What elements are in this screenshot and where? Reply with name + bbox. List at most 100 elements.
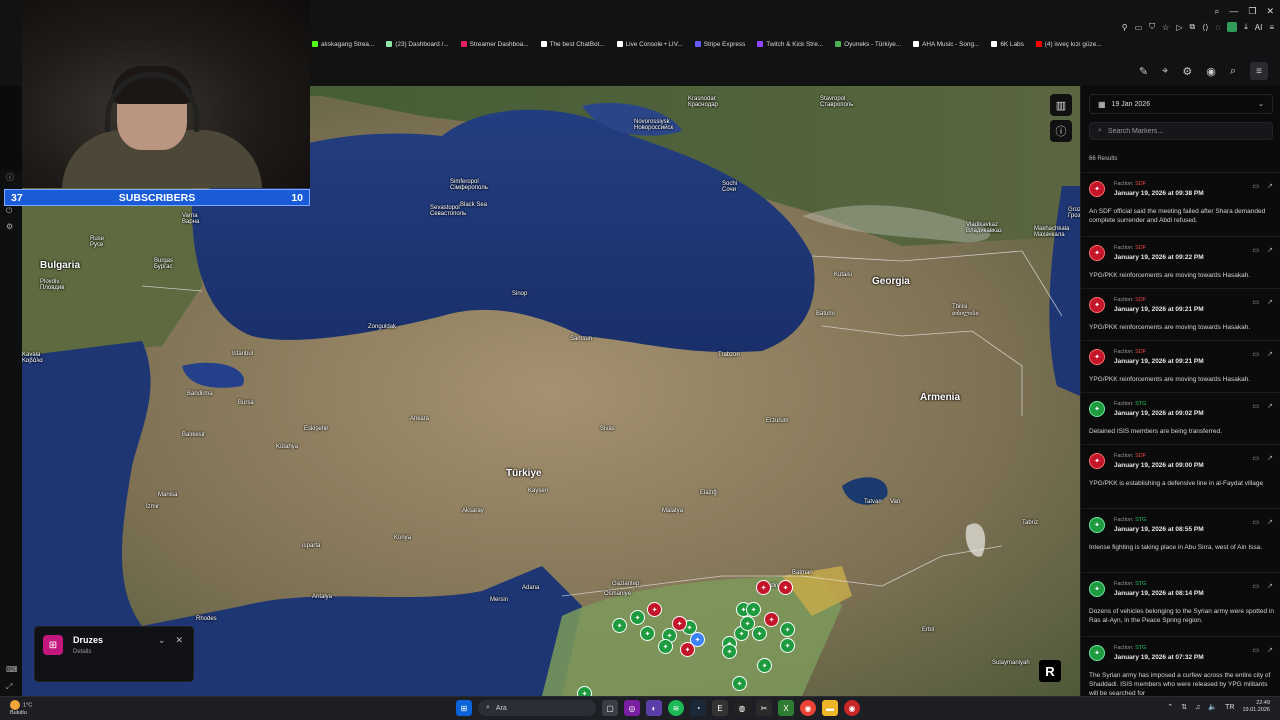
external-link-icon[interactable]: ↗ (1267, 582, 1273, 590)
stg-marker[interactable]: ✦ (732, 676, 747, 691)
clock[interactable]: 22:49 19.01.2026 (1242, 700, 1270, 714)
sdf-marker[interactable]: ✦ (672, 616, 687, 631)
video-icon[interactable]: ▭ (1253, 246, 1260, 254)
maximize-icon[interactable]: ❐ (1248, 6, 1256, 17)
info-button[interactable]: ⓘ (1050, 120, 1072, 142)
settings-icon[interactable]: ⚙ (1182, 65, 1192, 78)
marker-feed-item[interactable]: ✦ Faction: STG January 19, 2026 at 07:32 P… (1081, 636, 1280, 696)
location-pin-icon[interactable]: ⌖ (1162, 65, 1168, 78)
windows-start-icon[interactable]: ⊞ (456, 700, 472, 716)
chrome-alt-icon[interactable]: ◉ (844, 700, 860, 716)
druzes-card[interactable]: ⊞ Druzes Details ⌄ ✕ (34, 626, 194, 682)
puzzle-icon[interactable]: ⧉ (1189, 22, 1195, 32)
marker-feed-item[interactable]: ✦ Faction: STG January 19, 2026 at 09:02 P… (1081, 392, 1280, 444)
gear-icon[interactable]: ⚙ (6, 222, 16, 232)
stg-marker[interactable]: ✦ (658, 639, 673, 654)
external-link-icon[interactable]: ↗ (1267, 350, 1273, 358)
bookmark-item[interactable]: The best ChatBot... (540, 41, 605, 48)
marker-feed-item[interactable]: ✦ Faction: STG January 19, 2026 at 08:55 P… (1081, 508, 1280, 572)
bookmark-item[interactable]: AHA Music - Song... (913, 41, 979, 48)
stg-marker[interactable]: ✦ (630, 610, 645, 625)
date-select[interactable]: ▦ 19 Jan 2026 ⌄ (1089, 94, 1273, 114)
video-icon[interactable]: ▭ (1253, 454, 1260, 462)
marker-feed-item[interactable]: ✦ Faction: SDF January 19, 2026 at 09:38 P… (1081, 172, 1280, 236)
bookmark-item[interactable]: Live Console • LIV... (616, 41, 683, 48)
stg-marker[interactable]: ✦ (780, 622, 795, 637)
video-icon[interactable]: ▭ (1253, 518, 1260, 526)
stg-marker[interactable]: ✦ (577, 686, 592, 696)
language-icon[interactable]: TR (1225, 704, 1234, 711)
expand-icon[interactable]: ⤢ (6, 682, 16, 692)
external-link-icon[interactable]: ↗ (1267, 246, 1273, 254)
video-icon[interactable]: ▭ (1253, 350, 1260, 358)
volume-icon[interactable]: 🔈 (1208, 703, 1217, 711)
shield-icon[interactable]: ⛉ (1149, 22, 1155, 32)
video-icon[interactable]: ▭ (1253, 646, 1260, 654)
marker-feed-item[interactable]: ✦ Faction: STG January 19, 2026 at 08:14 P… (1081, 572, 1280, 636)
marker-feed-item[interactable]: ✦ Faction: SDF January 19, 2026 at 09:21 P… (1081, 288, 1280, 340)
chat-icon[interactable]: ◌ (1215, 23, 1220, 32)
mic-icon[interactable]: ♫ (1195, 704, 1200, 711)
camera-icon[interactable]: ◉ (1206, 65, 1216, 78)
play-icon[interactable]: ▷ (1176, 23, 1182, 32)
taskbar-search[interactable]: ⌕ Ara (478, 700, 596, 716)
bookmark-item[interactable]: (4) isveç kızı güze... (1035, 41, 1102, 48)
task-view-icon[interactable]: ▢ (602, 700, 618, 716)
r-badge[interactable]: R (1039, 660, 1061, 682)
chrome-icon[interactable]: ◉ (800, 700, 816, 716)
download-icon[interactable]: ⤓ (1244, 22, 1248, 32)
marker-feed-item[interactable]: ✦ Faction: SDF January 19, 2026 at 09:22 P… (1081, 236, 1280, 288)
bookmark-item[interactable]: Oyuneks - Türkiye... (835, 41, 901, 48)
external-link-icon[interactable]: ↗ (1267, 518, 1273, 526)
bookmark-item[interactable]: alıskagang Strea... (312, 41, 374, 48)
discord-icon[interactable]: ◐ (646, 700, 662, 716)
video-icon[interactable]: ▭ (1253, 582, 1260, 590)
excel-icon[interactable]: X (778, 700, 794, 716)
code-icon[interactable]: ⟨⟩ (1202, 23, 1208, 32)
stg-marker[interactable]: ✦ (780, 638, 795, 653)
app-icon[interactable]: ◎ (624, 700, 640, 716)
stg-marker[interactable]: ✦ (746, 602, 761, 617)
stg-marker[interactable]: ✦ (612, 618, 627, 633)
network-icon[interactable]: ⇅ (1181, 703, 1187, 711)
power-icon[interactable]: ⏻ (6, 206, 16, 216)
obs-icon[interactable]: ◍ (734, 700, 750, 716)
bookmark-item[interactable]: 6K Labs (991, 41, 1024, 48)
star-icon[interactable]: ☆ (1162, 23, 1169, 32)
search-field[interactable]: ⌕ (1089, 122, 1273, 140)
external-link-icon[interactable]: ↗ (1267, 646, 1273, 654)
stg-marker[interactable]: ✦ (640, 626, 655, 641)
search-icon[interactable]: ⌕ (1230, 65, 1236, 78)
chevron-down-icon[interactable]: ⌄ (158, 635, 166, 646)
weather-widget[interactable]: 1°C Bulutlu (10, 700, 32, 717)
bookmark-item[interactable]: Stripe Express (694, 41, 745, 48)
video-icon[interactable]: ▭ (1253, 402, 1260, 410)
sdf-marker[interactable]: ✦ (647, 602, 662, 617)
bookmark-item[interactable]: Streamer Dashboa... (460, 41, 529, 48)
stg-marker[interactable]: ✦ (752, 626, 767, 641)
marker-feed-item[interactable]: ✦ Faction: SDF January 19, 2026 at 09:00 P… (1081, 444, 1280, 508)
stg-marker[interactable]: ✦ (722, 644, 737, 659)
spotify-icon[interactable]: ≋ (668, 700, 684, 716)
druzes-details-link[interactable]: Details (73, 649, 91, 655)
sdf-marker[interactable]: ✦ (680, 642, 695, 657)
stg-marker[interactable]: ✦ (740, 616, 755, 631)
search-icon[interactable]: ⌕ (1214, 6, 1219, 17)
external-link-icon[interactable]: ↗ (1267, 402, 1273, 410)
chevron-up-icon[interactable]: ⌃ (1167, 703, 1173, 711)
external-link-icon[interactable]: ↗ (1267, 182, 1273, 190)
sdf-marker[interactable]: ✦ (778, 580, 793, 595)
video-icon[interactable]: ▭ (1253, 298, 1260, 306)
pin-icon[interactable]: ⚲ (1122, 23, 1128, 32)
stg-marker[interactable]: ✦ (757, 658, 772, 673)
external-link-icon[interactable]: ↗ (1267, 298, 1273, 306)
draw-icon[interactable]: ✎ (1139, 65, 1148, 78)
layers-button[interactable]: ▥ (1050, 94, 1072, 116)
capcut-icon[interactable]: ✂ (756, 700, 772, 716)
keyboard-icon[interactable]: ⌨ (6, 665, 18, 675)
minimize-icon[interactable]: — (1229, 6, 1238, 17)
menu-icon[interactable]: ≡ (1269, 23, 1274, 32)
marker-feed-item[interactable]: ✦ Faction: SDF January 19, 2026 at 09:21 P… (1081, 340, 1280, 392)
folder-icon[interactable]: ▬ (822, 700, 838, 716)
profile-avatar[interactable] (1227, 22, 1238, 32)
